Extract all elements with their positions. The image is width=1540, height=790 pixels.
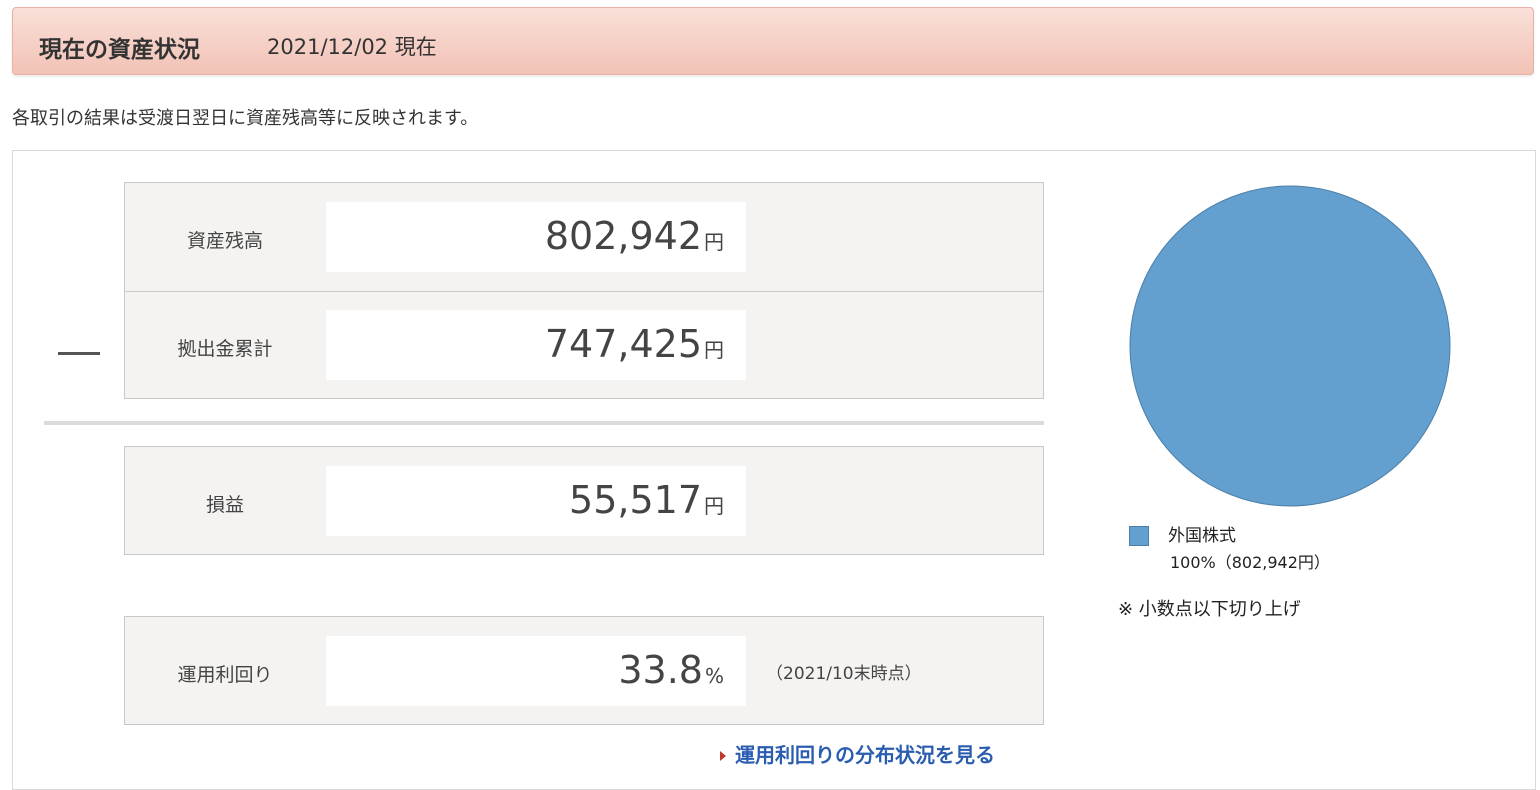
settlement-notice: 各取引の結果は受渡日翌日に資産残高等に反映されます。 xyxy=(12,108,479,129)
total-contribution-unit: 円 xyxy=(704,338,724,362)
asset-balance-value: 802,942 円 xyxy=(545,214,724,258)
yield-amount: 33.8 xyxy=(618,648,703,692)
asset-balance-amount: 802,942 xyxy=(544,214,702,258)
balance-contribution-box: 資産残高 802,942 円 拠出金累計 747,425 円 xyxy=(124,182,1044,399)
profit-loss-unit: 円 xyxy=(704,494,724,518)
total-contribution-amount: 747,425 xyxy=(544,322,702,366)
as-of-date: 2021/12/02 現在 xyxy=(267,35,437,59)
pie-slice-0 xyxy=(1129,185,1451,507)
asset-balance-value-box: 802,942 円 xyxy=(326,202,746,272)
yield-distribution-link[interactable]: 運用利回りの分布状況を見る xyxy=(720,739,995,768)
profit-loss-box: 損益 55,517 円 xyxy=(124,446,1044,555)
yield-unit: % xyxy=(704,664,724,688)
section-header: 現在の資産状況 2021/12/02 現在 xyxy=(12,7,1534,75)
profit-loss-label: 損益 xyxy=(205,494,244,516)
profit-loss-value: 55,517 円 xyxy=(569,478,724,522)
yield-value-box: 33.8% xyxy=(326,636,746,706)
subtraction-line xyxy=(44,421,1044,425)
yield-value: 33.8% xyxy=(618,648,724,692)
triangle-right-icon xyxy=(720,750,726,761)
minus-operator-icon xyxy=(58,352,100,355)
legend-detail-foreign-stock: 100%（802,942円） xyxy=(1170,553,1330,572)
profit-loss-value-box: 55,517 円 xyxy=(326,466,746,536)
legend-swatch-foreign-stock xyxy=(1129,526,1149,546)
asset-balance-label: 資産残高 xyxy=(186,230,263,252)
total-contribution-value: 747,425 円 xyxy=(545,322,724,366)
legend-label-foreign-stock: 外国株式 xyxy=(1168,526,1236,546)
asset-balance-unit: 円 xyxy=(704,230,724,254)
yield-label: 運用利回り xyxy=(177,664,273,686)
allocation-pie-chart xyxy=(1129,185,1451,507)
total-contribution-label: 拠出金累計 xyxy=(177,338,273,360)
yield-as-of-note: （2021/10末時点） xyxy=(766,664,922,684)
yield-distribution-link-label: 運用利回りの分布状況を見る xyxy=(735,743,995,767)
page-title: 現在の資産状況 xyxy=(39,37,200,63)
total-contribution-value-box: 747,425 円 xyxy=(326,310,746,380)
profit-loss-amount: 55,517 xyxy=(569,478,702,522)
total-contribution-row: 拠出金累計 747,425 円 xyxy=(125,291,1043,398)
profit-loss-row: 損益 55,517 円 xyxy=(125,447,1043,554)
rounding-footnote: ※ 小数点以下切り上げ xyxy=(1118,599,1301,620)
asset-balance-row: 資産残高 802,942 円 xyxy=(125,183,1043,290)
